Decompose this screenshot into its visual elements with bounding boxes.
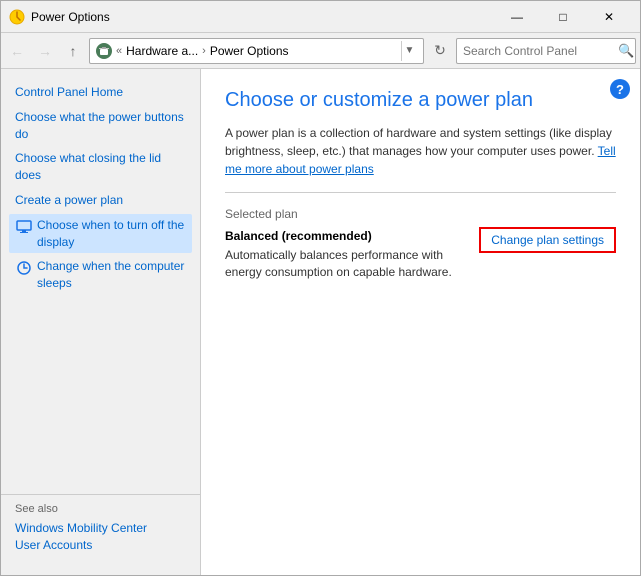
sidebar-item-closing-lid[interactable]: Choose what closing the lid does	[9, 147, 192, 187]
divider	[225, 192, 616, 193]
help-icon[interactable]: ?	[610, 79, 630, 99]
address-dropdown-button[interactable]: ▼	[401, 41, 417, 61]
sidebar: Control Panel Home Choose what the power…	[1, 69, 201, 575]
sidebar-link-power-buttons: Choose what the power buttons do	[15, 109, 186, 143]
main-window: Power Options — □ ✕ ← → ↑ « Hardware a..…	[0, 0, 641, 576]
breadcrumb-icon	[96, 43, 112, 59]
breadcrumb-current: Power Options	[210, 44, 289, 58]
back-button[interactable]: ←	[5, 39, 29, 63]
sidebar-nav: Control Panel Home Choose what the power…	[1, 81, 200, 486]
sidebar-link-create-plan: Create a power plan	[15, 192, 123, 209]
address-bar: ← → ↑ « Hardware a... › Power Options ▼ …	[1, 33, 640, 69]
change-plan-button[interactable]: Change plan settings	[479, 227, 616, 253]
breadcrumb: « Hardware a... › Power Options	[96, 43, 397, 59]
content-area: ? Choose or customize a power plan A pow…	[201, 69, 640, 575]
display-icon	[15, 218, 33, 236]
plan-info: Balanced (recommended) Automatically bal…	[225, 229, 463, 281]
plan-description: Automatically balances performance with …	[225, 247, 463, 281]
content-description: A power plan is a collection of hardware…	[225, 124, 616, 178]
close-button[interactable]: ✕	[586, 1, 632, 33]
up-button[interactable]: ↑	[61, 39, 85, 63]
sidebar-item-control-panel-home[interactable]: Control Panel Home	[9, 81, 192, 104]
see-also-title: See also	[15, 503, 186, 515]
sidebar-link-computer-sleeps: Change when the computer sleeps	[37, 258, 186, 292]
app-icon	[9, 9, 25, 25]
selected-plan-label: Selected plan	[225, 207, 616, 221]
search-input[interactable]	[463, 44, 618, 58]
breadcrumb-prefix: «	[116, 45, 122, 57]
forward-button[interactable]: →	[33, 39, 57, 63]
sidebar-link-turn-off-display: Choose when to turn off the display	[37, 217, 186, 251]
user-accounts-link[interactable]: User Accounts	[15, 538, 186, 552]
title-bar: Power Options — □ ✕	[1, 1, 640, 33]
plan-name: Balanced (recommended)	[225, 229, 463, 243]
window-controls: — □ ✕	[494, 1, 632, 33]
breadcrumb-parent[interactable]: Hardware a...	[126, 44, 198, 58]
see-also-section: See also Windows Mobility Center User Ac…	[1, 494, 200, 563]
search-icon: 🔍	[618, 43, 634, 59]
sidebar-item-computer-sleeps[interactable]: Change when the computer sleeps	[9, 255, 192, 295]
sidebar-item-create-plan[interactable]: Create a power plan	[9, 189, 192, 212]
content-title: Choose or customize a power plan	[225, 89, 616, 112]
refresh-button[interactable]: ↻	[428, 39, 452, 63]
sidebar-item-power-buttons[interactable]: Choose what the power buttons do	[9, 106, 192, 146]
minimize-button[interactable]: —	[494, 1, 540, 33]
description-text: A power plan is a collection of hardware…	[225, 126, 612, 158]
window-title: Power Options	[31, 10, 494, 24]
search-box[interactable]: 🔍	[456, 38, 636, 64]
main-layout: Control Panel Home Choose what the power…	[1, 69, 640, 575]
maximize-button[interactable]: □	[540, 1, 586, 33]
address-field[interactable]: « Hardware a... › Power Options ▼	[89, 38, 424, 64]
sidebar-link-control-panel-home: Control Panel Home	[15, 84, 123, 101]
breadcrumb-arrow: ›	[202, 45, 206, 57]
sidebar-item-turn-off-display[interactable]: Choose when to turn off the display	[9, 214, 192, 254]
plan-row: Balanced (recommended) Automatically bal…	[225, 229, 616, 281]
mobility-center-link[interactable]: Windows Mobility Center	[15, 521, 186, 535]
sidebar-link-closing-lid: Choose what closing the lid does	[15, 150, 186, 184]
sleep-icon	[15, 259, 33, 277]
